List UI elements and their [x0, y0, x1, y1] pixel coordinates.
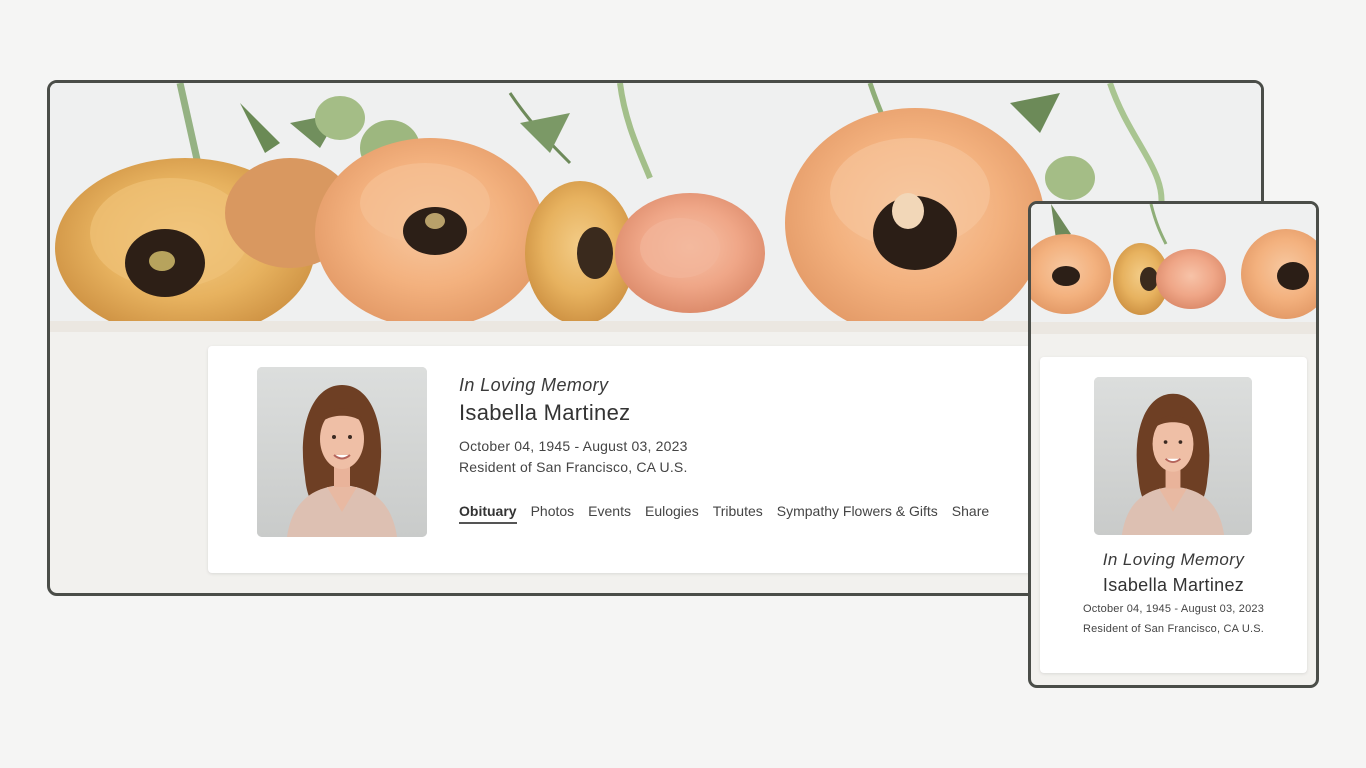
memorial-card-mobile: In Loving Memory Isabella Martinez Octob… — [1040, 357, 1307, 673]
tab-eulogies[interactable]: Eulogies — [645, 503, 699, 524]
deceased-name: Isabella Martinez — [459, 400, 631, 425]
portrait-photo — [257, 367, 427, 537]
memorial-info: In Loving Memory Isabella Martinez Octob… — [459, 374, 1098, 524]
in-loving-memory-heading: In Loving Memory — [459, 375, 609, 395]
flower-banner-illustration-mobile — [1031, 204, 1316, 334]
residence-text-mobile: Resident of San Francisco, CA U.S. — [1082, 623, 1265, 635]
life-dates-mobile: October 04, 1945 - August 03, 2023 — [1082, 603, 1265, 615]
tab-sympathy-flowers-gifts[interactable]: Sympathy Flowers & Gifts — [777, 503, 938, 524]
deceased-name-mobile: Isabella Martinez — [1102, 575, 1245, 595]
tab-share[interactable]: Share — [952, 503, 989, 524]
tab-obituary[interactable]: Obituary — [459, 503, 517, 524]
tab-tributes[interactable]: Tributes — [713, 503, 763, 524]
in-loving-memory-heading-mobile: In Loving Memory — [1102, 550, 1245, 569]
portrait-illustration — [257, 367, 427, 537]
memorial-card-desktop: In Loving Memory Isabella Martinez Octob… — [208, 346, 1108, 573]
flower-banner-image-mobile — [1031, 204, 1316, 334]
memorial-info-mobile: In Loving Memory Isabella Martinez Octob… — [1040, 549, 1307, 637]
tab-events[interactable]: Events — [588, 503, 631, 524]
residence-text: Resident of San Francisco, CA U.S. — [459, 459, 688, 475]
memorial-tabs: Obituary Photos Events Eulogies Tributes… — [459, 503, 1098, 524]
portrait-illustration-mobile — [1094, 377, 1252, 535]
mobile-preview-frame: In Loving Memory Isabella Martinez Octob… — [1028, 201, 1319, 688]
tab-photos[interactable]: Photos — [531, 503, 575, 524]
portrait-photo-mobile — [1094, 377, 1252, 535]
life-dates: October 04, 1945 - August 03, 2023 — [459, 438, 688, 454]
